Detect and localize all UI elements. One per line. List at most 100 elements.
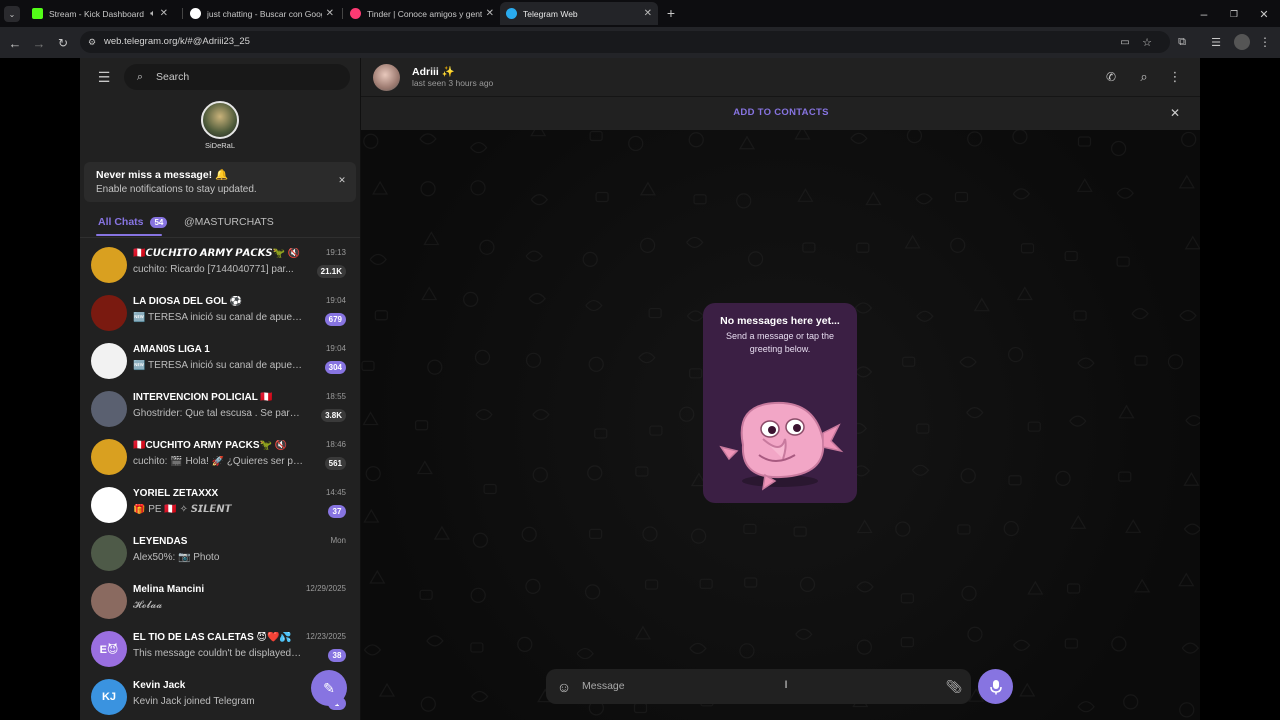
search-icon[interactable]: ⌕ <box>1135 69 1153 85</box>
site-info-icon[interactable]: ⚙ <box>86 36 98 48</box>
doodle-shape <box>1019 682 1036 697</box>
chat-avatar: E😈 <box>91 631 127 667</box>
doodle-shape <box>1070 515 1087 529</box>
tab-title: Tinder | Conoce amigos y gente <box>367 8 482 19</box>
profile-avatar-icon[interactable] <box>1234 34 1250 50</box>
doodle-shape <box>633 702 648 714</box>
bookmark-star-icon[interactable]: ☆ <box>1140 35 1154 49</box>
doodle-shape <box>906 130 923 144</box>
search-icon: ⌕ <box>136 70 144 83</box>
chat-list-item[interactable]: AMAÑ0S LIGA 1 19:04 🆕 TERESA inició su can… <box>80 338 360 386</box>
greeting-sticker[interactable] <box>715 385 845 495</box>
emoji-icon[interactable]: ☺ <box>555 678 573 696</box>
tab-masturchats[interactable]: @MASTURCHATS <box>184 216 274 228</box>
doodle-shape <box>483 483 497 495</box>
chat-list-item[interactable]: LA DIOSA DEL GOL ⚽ 19:04 🆕 TERESA inició s… <box>80 290 360 338</box>
doodle-shape <box>1064 638 1078 649</box>
doodle-shape <box>1012 188 1031 200</box>
chat-list-item[interactable]: Melina Mancini 12/29/2025 𝓗𝓸𝓵𝓪𝓪 <box>80 578 360 626</box>
more-options-icon[interactable]: ⋮ <box>1167 69 1183 85</box>
chat-sidebar: ☰ ⌕ Search SiDeRaL Never miss a message!… <box>80 58 360 720</box>
folder-count-badge: 54 <box>150 217 168 228</box>
doodle-shape <box>795 628 813 640</box>
minimize-icon[interactable]: – <box>1196 6 1212 22</box>
browser-tab-kick[interactable]: Stream - Kick Dashboard 🔈︎ ✕ <box>26 2 174 25</box>
doodle-shape <box>961 585 977 601</box>
browser-tab-tinder[interactable]: Tinder | Conoce amigos y gente ✕ <box>344 2 500 25</box>
attach-icon[interactable]: 📎︎ <box>945 678 963 696</box>
chat-list-item[interactable]: 🇵🇪𝘾𝙐𝘾𝙃𝙄𝙏𝙊 𝘼𝙍𝙈𝙔 𝙋𝘼𝘾𝙆𝙎🦖 🔇 19:13 cuchito: Ric… <box>80 242 360 290</box>
doodle-shape <box>582 251 598 267</box>
phone-call-icon[interactable]: ✆ <box>1102 69 1120 85</box>
tab-all-chats[interactable]: All Chats 54 <box>98 216 168 228</box>
unread-badge: 38 <box>328 649 346 662</box>
notification-banner[interactable]: Never miss a message! 🔔 Enable notificat… <box>84 162 356 202</box>
chat-header[interactable]: Adriii ✨ last seen 3 hours ago ✆ ⌕ ⋮ <box>361 58 1200 96</box>
close-window-icon[interactable]: ✕ <box>1256 6 1272 22</box>
browser-menu-icon[interactable]: ⋮ <box>1258 34 1272 50</box>
doodle-shape <box>686 310 705 322</box>
browser-tab-telegram[interactable]: Telegram Web ✕ <box>500 2 658 25</box>
doodle-shape <box>426 635 444 647</box>
message-input[interactable]: Message <box>582 680 625 692</box>
doodle-shape <box>474 349 491 365</box>
close-tab-icon[interactable]: ✕ <box>326 8 334 19</box>
chat-avatar <box>91 535 127 571</box>
doodle-shape <box>471 690 489 703</box>
close-tab-icon[interactable]: ✕ <box>486 8 494 19</box>
chat-list-item[interactable]: 🇵🇪CUCHITO ARMY PACKS🦖 🔇 18:46 cuchito: 🎬 H… <box>80 434 360 482</box>
doodle-shape <box>1020 243 1035 254</box>
chat-list-item[interactable]: E😈 EL TIO DE LAS CALETAS 😈❤️💦 12/23/2025 Th… <box>80 626 360 674</box>
hamburger-menu-icon[interactable]: ☰ <box>94 68 114 86</box>
doodle-shape <box>378 682 396 697</box>
tab-separator <box>182 8 183 19</box>
doodle-shape <box>736 193 752 209</box>
cast-icon[interactable]: ▭ <box>1118 35 1132 49</box>
extensions-icon[interactable]: ⧉ <box>1174 34 1190 50</box>
chat-list-item[interactable]: YORIEL ZETAXXX 14:45 🎁 PE 🇵🇪 ✧ 𝙎𝙄𝙇𝙀𝙉𝙏 37 <box>80 482 360 530</box>
doodle-shape <box>916 423 930 434</box>
contact-avatar[interactable] <box>373 64 400 91</box>
close-banner-icon[interactable]: ✕ <box>336 174 348 186</box>
chat-preview: Ghostrider: Que tal escusa . Se parec... <box>133 408 303 419</box>
close-icon[interactable]: ✕ <box>1167 105 1183 121</box>
reading-list-icon[interactable]: ☰ <box>1208 34 1224 50</box>
speaker-icon[interactable]: 🔈︎ <box>150 8 155 19</box>
doodle-shape <box>369 569 386 584</box>
doodle-shape <box>525 578 541 594</box>
close-tab-icon[interactable]: ✕ <box>644 8 652 19</box>
unread-badge: 679 <box>324 313 346 326</box>
chat-avatar <box>91 487 127 523</box>
empty-title: No messages here yet... <box>720 315 840 327</box>
unread-badge: 561 <box>324 457 346 470</box>
back-icon[interactable]: ← <box>6 34 24 52</box>
close-tab-icon[interactable]: ✕ <box>160 8 168 19</box>
forward-icon[interactable]: → <box>30 34 48 52</box>
doodle-shape <box>1167 354 1184 370</box>
doodle-shape <box>679 406 695 422</box>
browser-tab-google[interactable]: just chatting - Buscar con Goog ✕ <box>184 2 340 25</box>
chat-name: AMAÑ0S LIGA 1 <box>133 344 210 355</box>
address-bar[interactable]: ⚙ web.telegram.org/k/#@Adriii23_25 ▭ ☆ <box>80 31 1170 53</box>
chat-time: 19:04 <box>325 296 346 305</box>
new-tab-icon[interactable]: + <box>663 5 679 21</box>
profile-avatar[interactable] <box>201 101 239 139</box>
doodle-shape <box>856 242 870 253</box>
tab-search-icon[interactable]: ⌄ <box>4 6 20 22</box>
search-input[interactable]: ⌕ Search <box>124 64 350 90</box>
restore-icon[interactable]: ❐ <box>1226 6 1242 22</box>
chat-list-item[interactable]: INTERVENCIÓN POLICIAL 🇵🇪 18:55 Ghostrider:… <box>80 386 360 434</box>
doodle-shape <box>797 188 814 202</box>
doodle-shape <box>693 194 707 205</box>
add-contact-bar: ADD TO CONTACTS ✕ <box>361 96 1200 130</box>
chat-list-item[interactable]: LEYENDAS Mon Alex50%: 📷 Photo <box>80 530 360 578</box>
doodle-shape <box>1069 415 1087 427</box>
doodle-shape <box>532 467 548 483</box>
voice-record-button[interactable] <box>978 669 1013 704</box>
chat-name: 🇵🇪CUCHITO ARMY PACKS🦖 🔇 <box>133 440 288 451</box>
message-composer[interactable]: ☺ Message I 📎︎ <box>546 669 971 704</box>
doodle-shape <box>854 366 873 378</box>
add-to-contacts-button[interactable]: ADD TO CONTACTS <box>721 107 841 118</box>
compose-button[interactable]: ✎ <box>311 670 347 706</box>
reload-icon[interactable]: ↻ <box>54 34 72 52</box>
